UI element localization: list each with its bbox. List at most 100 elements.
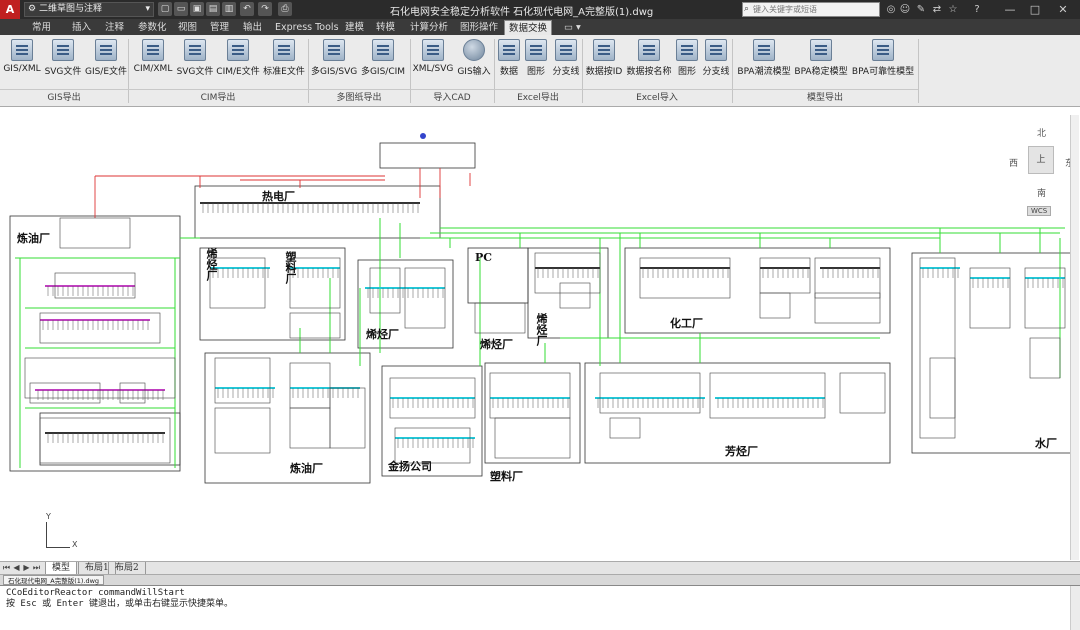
ribbon-button-5-3[interactable]: 分支线	[702, 37, 730, 89]
file-tab[interactable]: 石化现代电网_A完整版(1).dwg	[3, 575, 105, 585]
export-file-icon	[753, 39, 775, 61]
equipment-box	[289, 362, 331, 409]
tab-11[interactable]: 计算分析	[406, 20, 452, 35]
app-logo[interactable]: A	[0, 0, 20, 19]
star-icon[interactable]: ☆	[946, 2, 960, 17]
tab-6[interactable]: 管理	[206, 20, 233, 35]
ribbon-button-6-1[interactable]: BPA稳定模型	[794, 37, 848, 89]
ribbon-button-label: BPA稳定模型	[794, 67, 848, 77]
command-prompt-line: 按 Esc 或 Enter 键退出，或单击右键显示快捷菜单。	[6, 599, 234, 609]
plant-label: 水厂	[1035, 437, 1057, 450]
plant-label: 烯烃厂	[480, 338, 513, 351]
new-file-icon[interactable]: ▢	[158, 2, 172, 16]
wcs-dropdown[interactable]: WCS	[1027, 206, 1052, 216]
ribbon-button-1-1[interactable]: SVG文件	[176, 37, 214, 89]
prev-layout-icon[interactable]: ◀	[12, 562, 21, 574]
ribbon-button-2-1[interactable]: 多GIS/CIM	[360, 37, 406, 89]
ribbon-button-label: CIM/XML	[133, 64, 173, 74]
ribbon-button-0-0[interactable]: GIS/XML	[2, 37, 42, 89]
viewcube-north[interactable]: 北	[1037, 126, 1046, 139]
layout-tab-3[interactable]: 布局2	[108, 562, 146, 574]
vertical-scrollbar[interactable]	[1070, 115, 1079, 560]
print-preview-icon[interactable]: ▥	[222, 2, 236, 16]
tab-3[interactable]: 注释	[101, 20, 128, 35]
ucs-y-label: Y	[46, 512, 51, 521]
ribbon-button-label: 图形	[526, 67, 545, 77]
last-layout-icon[interactable]: ⏭	[32, 562, 41, 574]
viewcube-south[interactable]: 南	[1037, 186, 1046, 199]
equipment-box	[39, 417, 171, 464]
exchange-icon[interactable]: ⇄	[930, 2, 944, 17]
command-scrollbar[interactable]	[1070, 586, 1080, 630]
ribbon-button-1-2[interactable]: CIM/E文件	[216, 37, 260, 89]
help-icon[interactable]: ?	[970, 2, 984, 17]
ribbon-button-4-1[interactable]: 图形	[524, 37, 548, 89]
plant-label: 炼油厂	[290, 462, 323, 475]
export-file-icon	[52, 39, 74, 61]
first-layout-icon[interactable]: ⏮	[2, 562, 11, 574]
tab-1[interactable]: 常用	[28, 20, 55, 35]
plant-label: 塑料厂	[490, 470, 523, 483]
ribbon-button-2-0[interactable]: 多GIS/SVG	[311, 37, 357, 89]
ribbon-button-6-0[interactable]: BPA潮流模型	[736, 37, 792, 89]
viewcube[interactable]: 北 西 东 南 上 WCS	[1005, 126, 1075, 221]
next-layout-icon[interactable]: ▶	[22, 562, 31, 574]
search-input[interactable]: ⌕ 键入关键字或短语	[742, 2, 880, 17]
ucs-y-axis	[46, 522, 47, 547]
ribbon-more-icon[interactable]: ▭ ▾	[560, 20, 585, 35]
workspace-selector[interactable]: ⚙ 二维草图与注释 ▾	[24, 2, 154, 17]
equipment-box	[919, 257, 956, 439]
ribbon-button-0-1[interactable]: SVG文件	[44, 37, 82, 89]
ribbon-button-5-2[interactable]: 图形	[676, 37, 698, 89]
viewcube-top-face[interactable]: 上	[1028, 146, 1054, 174]
save-icon[interactable]: ▣	[190, 2, 204, 16]
ribbon-button-3-1[interactable]: GIS输入	[456, 37, 492, 89]
tab-13[interactable]: 数据交换	[504, 20, 553, 35]
print-icon[interactable]: ⎙	[278, 2, 292, 16]
user-icon[interactable]: ☺	[898, 2, 912, 17]
tab-2[interactable]: 插入	[68, 20, 95, 35]
ribbon-button-5-0[interactable]: 数据按ID	[585, 37, 623, 89]
close-button[interactable]: ✕	[1048, 0, 1078, 19]
binoculars-icon[interactable]: ◎	[884, 2, 898, 17]
ribbon-button-label: 标准E文件	[263, 67, 305, 77]
export-file-icon	[422, 39, 444, 61]
equipment-box	[289, 312, 341, 339]
restore-button[interactable]: □	[1020, 0, 1050, 19]
viewcube-west[interactable]: 西	[1009, 156, 1018, 169]
layout-tab-1[interactable]: 模型	[45, 562, 78, 574]
wrench-icon[interactable]: ✎	[914, 2, 928, 17]
equipment-box	[814, 257, 881, 299]
ribbon-button-5-1[interactable]: 数据按名称	[626, 37, 672, 89]
redo-icon[interactable]: ↷	[258, 2, 272, 16]
equipment-box	[599, 372, 701, 414]
tab-12[interactable]: 图形操作	[456, 20, 502, 35]
ribbon-button-6-2[interactable]: BPA可靠性模型	[850, 37, 916, 89]
ribbon-button-3-0[interactable]: XML/SVG	[412, 37, 454, 89]
plant-label: 芳烃厂	[725, 445, 758, 458]
drawing-canvas[interactable]: 热电厂 炼油厂 烯烃厂 塑料厂 烯烃厂 烯烃厂 烯烃厂 化工厂 炼油厂 金扬公司 塑料厂 芳烃厂 水厂 P…	[0, 108, 1080, 560]
ribbon-button-label: XML/SVG	[412, 64, 454, 74]
ribbon-button-label: BPA潮流模型	[737, 67, 791, 77]
equipment-box	[29, 382, 101, 404]
equipment-box	[329, 387, 366, 449]
equipment-box	[609, 417, 641, 439]
save-as-icon[interactable]: ▤	[206, 2, 220, 16]
tab-5[interactable]: 视图	[174, 20, 201, 35]
tab-9[interactable]: 建模	[341, 20, 368, 35]
ribbon-button-4-0[interactable]: 数据	[497, 37, 521, 89]
ribbon-panel: GIS/XML SVG文件 GIS/E文件 GIS导出 CIM/XML SVG文件 CIM/…	[0, 35, 1080, 107]
ribbon-button-1-0[interactable]: CIM/XML	[132, 37, 174, 89]
open-folder-icon[interactable]: ▭	[174, 2, 188, 16]
ribbon-button-1-3[interactable]: 标准E文件	[262, 37, 306, 89]
plant-frame	[39, 412, 181, 466]
tab-7[interactable]: 输出	[239, 20, 266, 35]
undo-icon[interactable]: ↶	[240, 2, 254, 16]
tab-10[interactable]: 转模	[372, 20, 399, 35]
tab-4[interactable]: 参数化	[134, 20, 171, 35]
plant-frame	[624, 247, 891, 334]
ribbon-button-0-2[interactable]: GIS/E文件	[84, 37, 128, 89]
command-line[interactable]: CCoEditorReactor commandWillStart 按 Esc …	[0, 585, 1080, 630]
tab-8[interactable]: Express Tools	[271, 20, 343, 35]
ribbon-button-4-2[interactable]: 分支线	[551, 37, 581, 89]
